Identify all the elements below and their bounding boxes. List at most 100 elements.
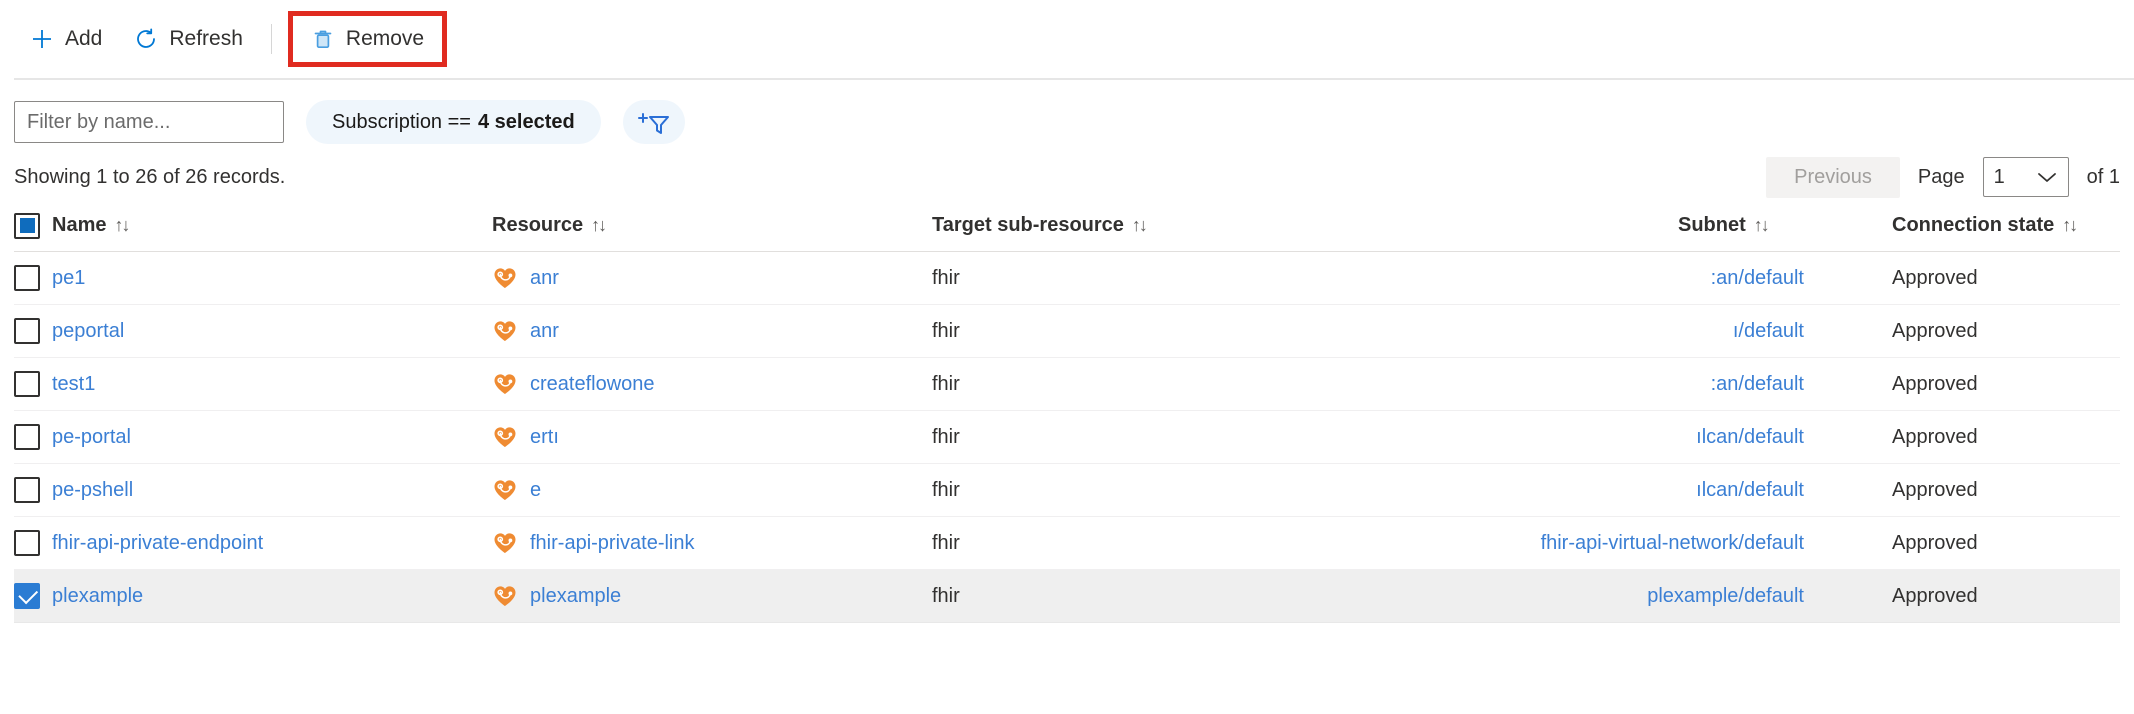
cell-target-sub-resource: fhir <box>932 320 1372 343</box>
page-number-select[interactable]: 1 <box>1983 157 2069 197</box>
row-select-cell <box>14 318 52 344</box>
resource-link[interactable]: ertı <box>530 426 559 449</box>
cell-target-sub-resource: fhir <box>932 585 1372 608</box>
cell-target-sub-resource: fhir <box>932 532 1372 555</box>
filter-by-name-input[interactable] <box>14 101 284 143</box>
previous-page-button[interactable]: Previous <box>1766 157 1900 198</box>
name-link[interactable]: test1 <box>52 373 95 395</box>
column-header-target-sub-resource[interactable]: Target sub-resource ↑↓ <box>932 214 1372 237</box>
remove-button[interactable]: Remove <box>295 18 440 60</box>
row-checkbox[interactable] <box>14 424 40 450</box>
filter-bar: Subscription == 4 selected <box>0 78 2134 154</box>
name-link[interactable]: pe-pshell <box>52 479 133 501</box>
cell-name: pe-portal <box>52 426 492 449</box>
select-all-cell <box>14 213 52 239</box>
subnet-link[interactable]: ılcan/default <box>1696 426 1804 448</box>
subnet-link[interactable]: fhir-api-virtual-network/default <box>1541 532 1804 554</box>
table-row[interactable]: plexample plexample fhir plexample/default… <box>14 570 2120 623</box>
cell-name: peportal <box>52 320 492 343</box>
column-header-connection-state[interactable]: Connection state ↑↓ <box>1822 214 2120 237</box>
row-checkbox[interactable] <box>14 530 40 556</box>
cell-connection-state: Approved <box>1822 532 2120 555</box>
connections-table: Name ↑↓ Resource ↑↓ Target sub-resource … <box>0 200 2134 623</box>
name-link[interactable]: pe-portal <box>52 426 131 448</box>
cell-subnet: ılcan/default <box>1372 479 1822 502</box>
cell-subnet: :an/default <box>1372 267 1822 290</box>
add-filter-button[interactable] <box>623 100 685 144</box>
page-number-value: 1 <box>1994 166 2005 189</box>
cell-subnet: ı/default <box>1372 320 1822 343</box>
sort-icon: ↑↓ <box>1132 215 1146 236</box>
pagination: Previous Page 1 of 1 <box>1766 157 2120 198</box>
cell-connection-state: Approved <box>1822 585 2120 608</box>
resource-link[interactable]: fhir-api-private-link <box>530 532 695 555</box>
resource-link[interactable]: e <box>530 479 541 502</box>
row-checkbox[interactable] <box>14 371 40 397</box>
cell-subnet: plexample/default <box>1372 585 1822 608</box>
table-row[interactable]: peportal anrfhirı/defaultApproved <box>14 305 2120 358</box>
row-checkbox[interactable] <box>14 265 40 291</box>
cell-connection-state: Approved <box>1822 267 2120 290</box>
subscription-filter-chip[interactable]: Subscription == 4 selected <box>306 100 601 144</box>
resource-link[interactable]: anr <box>530 320 559 343</box>
column-header-name-label: Name <box>52 214 106 237</box>
table-row[interactable]: pe-portal ertıfhirılcan/defaultApproved <box>14 411 2120 464</box>
table-row[interactable]: pe-pshell efhirılcan/defaultApproved <box>14 464 2120 517</box>
resource-link[interactable]: anr <box>530 267 559 290</box>
subnet-link[interactable]: ı/default <box>1733 320 1804 342</box>
health-data-services-icon <box>492 583 518 609</box>
column-header-subnet[interactable]: Subnet ↑↓ <box>1372 214 1822 237</box>
name-link[interactable]: pe1 <box>52 267 85 289</box>
name-link[interactable]: plexample <box>52 585 143 607</box>
table-header-row: Name ↑↓ Resource ↑↓ Target sub-resource … <box>14 200 2120 252</box>
resource-link[interactable]: plexample <box>530 585 621 608</box>
subnet-link[interactable]: plexample/default <box>1647 585 1804 607</box>
subnet-link[interactable]: :an/default <box>1711 373 1804 395</box>
row-checkbox[interactable] <box>14 477 40 503</box>
cell-name: fhir-api-private-endpoint <box>52 532 492 555</box>
add-button[interactable]: Add <box>14 18 118 60</box>
page-label: Page <box>1918 166 1965 189</box>
cell-name: pe1 <box>52 267 492 290</box>
command-bar: Add Refresh Remove <box>0 0 2134 78</box>
row-checkbox[interactable] <box>14 318 40 344</box>
select-all-checkbox[interactable] <box>14 213 40 239</box>
subnet-link[interactable]: ılcan/default <box>1696 479 1804 501</box>
resource-link[interactable]: createflowone <box>530 373 655 396</box>
chevron-down-icon <box>2036 170 2058 184</box>
cell-subnet: ılcan/default <box>1372 426 1822 449</box>
total-pages-label: of 1 <box>2087 166 2120 189</box>
sort-icon: ↑↓ <box>1754 215 1768 236</box>
table-row[interactable]: pe1 anr fhir :an/default Approved <box>14 252 2120 305</box>
row-checkbox[interactable] <box>14 583 40 609</box>
name-link[interactable]: peportal <box>52 320 124 342</box>
cell-target-sub-resource: fhir <box>932 267 1372 290</box>
name-link[interactable]: fhir-api-private-endpoint <box>52 532 263 554</box>
cell-name: test1 <box>52 373 492 396</box>
sort-icon: ↑↓ <box>591 215 605 236</box>
cell-target-sub-resource: fhir <box>932 479 1372 502</box>
cell-name: plexample <box>52 585 492 608</box>
row-select-cell <box>14 371 52 397</box>
cell-connection-state: Approved <box>1822 373 2120 396</box>
refresh-button[interactable]: Refresh <box>118 18 259 60</box>
refresh-icon <box>134 27 158 51</box>
cell-target-sub-resource: fhir <box>932 373 1372 396</box>
cell-resource: anr <box>492 318 932 344</box>
table-row[interactable]: fhir-api-private-endpoint fhir-api-priva… <box>14 517 2120 570</box>
toolbar-divider <box>271 24 272 54</box>
records-and-pagination-row: Showing 1 to 26 of 26 records. Previous … <box>0 154 2134 200</box>
sort-icon: ↑↓ <box>2062 215 2076 236</box>
refresh-button-label: Refresh <box>169 27 243 51</box>
column-header-resource[interactable]: Resource ↑↓ <box>492 214 932 237</box>
records-summary: Showing 1 to 26 of 26 records. <box>14 166 285 189</box>
table-row[interactable]: test1 createflowone fhir :an/default Approv… <box>14 358 2120 411</box>
subnet-link[interactable]: :an/default <box>1711 267 1804 289</box>
row-select-cell <box>14 477 52 503</box>
subscription-chip-label: Subscription == <box>332 111 471 134</box>
private-endpoint-connections-page: Add Refresh Remove <box>0 0 2134 714</box>
sort-icon: ↑↓ <box>114 215 128 236</box>
column-header-name[interactable]: Name ↑↓ <box>52 214 492 237</box>
table-body: pe1 anr fhir :an/default Approved peportal a… <box>14 252 2120 623</box>
health-data-services-icon <box>492 318 518 344</box>
